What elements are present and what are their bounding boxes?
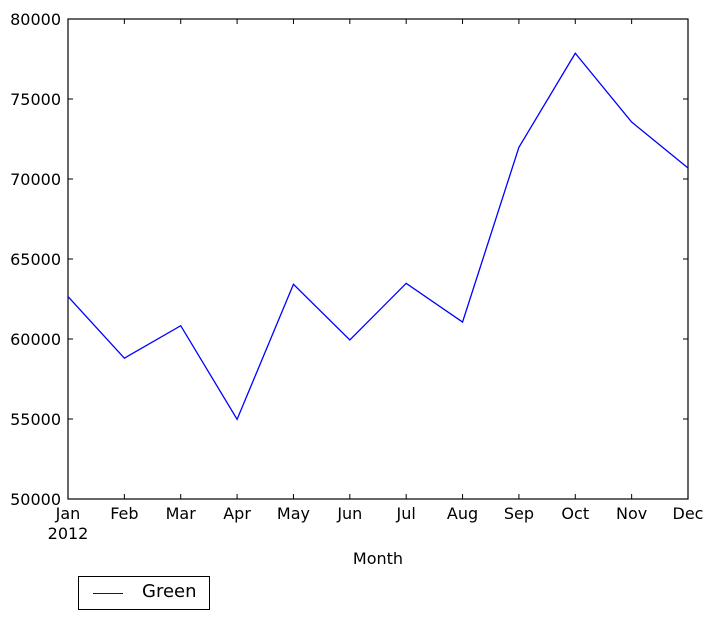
legend: Green [78, 576, 210, 610]
x-tick-label: Jun [336, 504, 362, 523]
y-tick-label: 65000 [10, 250, 61, 269]
line-chart: 50000 55000 60000 65000 70000 75000 80000 Jan Fe… [10, 10, 704, 568]
x-tick-label: Sep [504, 504, 534, 523]
x-tick-label: Nov [616, 504, 647, 523]
y-tick-label: 60000 [10, 330, 61, 349]
plot-frame [67, 18, 689, 500]
x-tick-label: Feb [110, 504, 138, 523]
x-axis-label: Month [353, 549, 403, 568]
y-tick-label: 75000 [10, 90, 61, 109]
series-line-green [67, 52, 689, 421]
x-tick-label: Apr [223, 504, 251, 523]
x-tick-sublabel-year: 2012 [48, 524, 89, 543]
legend-swatch-green [93, 593, 123, 594]
x-tick-label: May [277, 504, 310, 523]
x-tick-label: Oct [561, 504, 589, 523]
y-tick-label: 80000 [10, 10, 61, 29]
y-tick-label: 55000 [10, 410, 61, 429]
x-tick-label: Jan [55, 504, 81, 523]
y-tick-label: 70000 [10, 170, 61, 189]
legend-label-green: Green [142, 581, 197, 602]
x-tick-label: Jul [396, 504, 416, 523]
y-tick-label: 50000 [10, 490, 61, 509]
x-tick-label: Mar [166, 504, 197, 523]
x-tick-label: Aug [447, 504, 478, 523]
x-tick-label: Dec [673, 504, 704, 523]
